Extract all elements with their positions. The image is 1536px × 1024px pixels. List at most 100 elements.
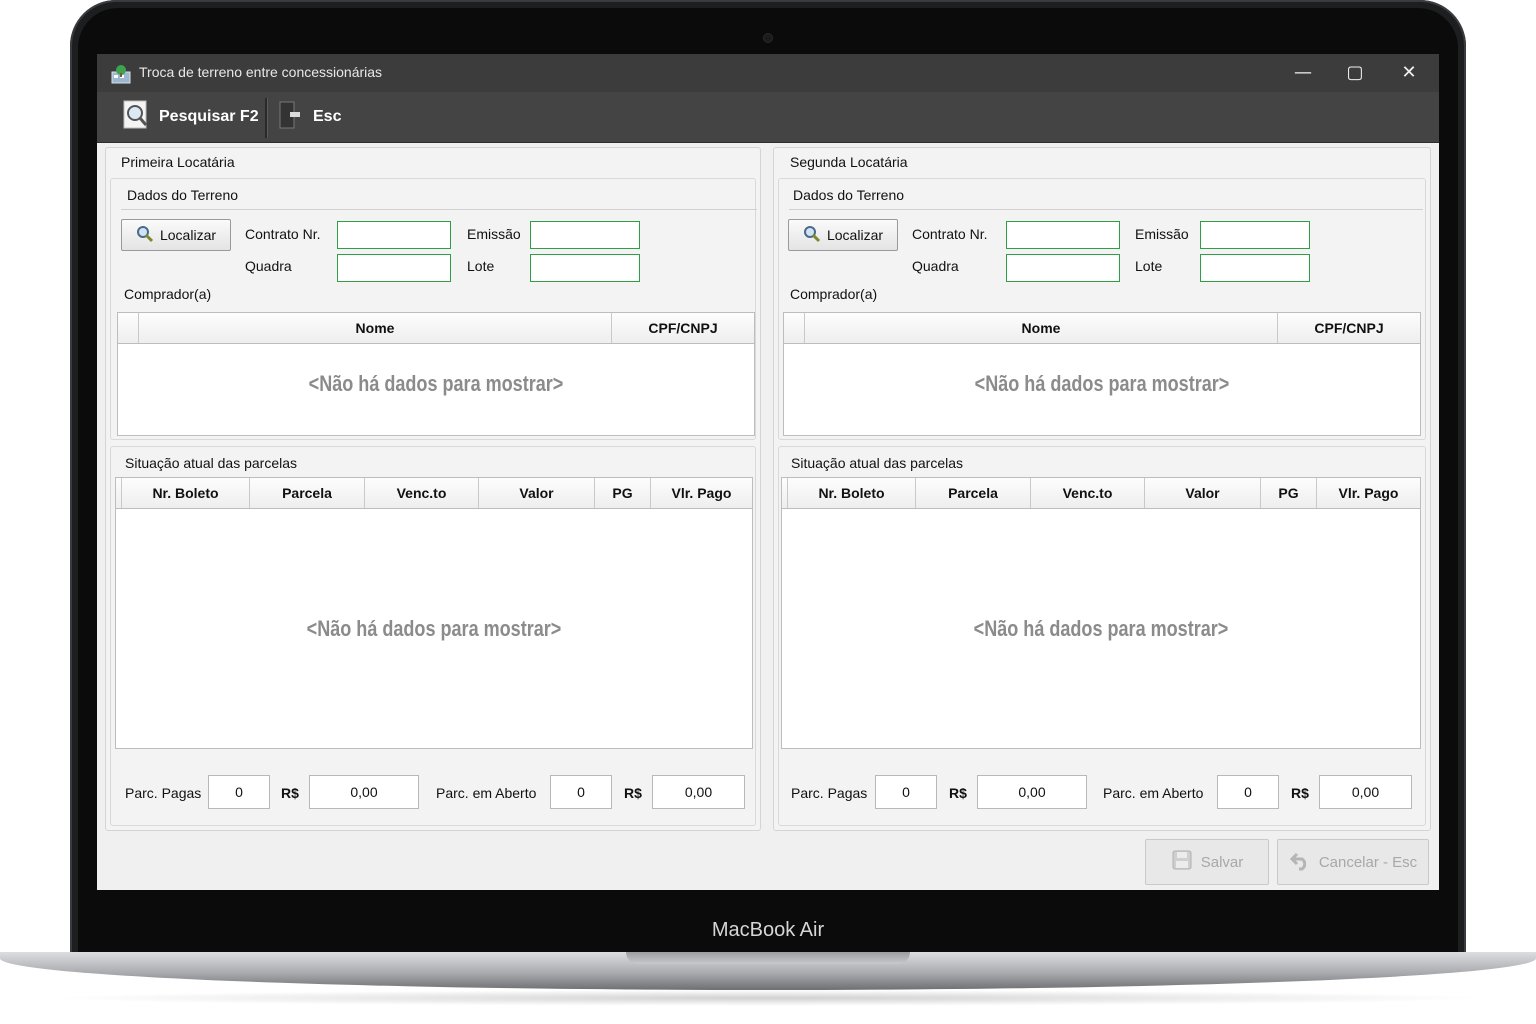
localizar-label: Localizar [159,227,217,243]
exit-door-icon [277,100,305,135]
title-bar: Troca de terreno entre concessionárias —… [97,54,1439,92]
panel-title: Primeira Locatária [121,154,235,170]
quadra-field[interactable] [1006,254,1120,282]
col-parcela[interactable]: Parcela [250,478,365,508]
currency-label: R$ [1291,785,1309,801]
search-button-label: Pesquisar F2 [159,108,259,125]
localizar-button[interactable]: Localizar [788,219,898,251]
parc-pagas-label: Parc. Pagas [125,785,202,801]
floppy-disk-icon [1171,849,1193,875]
esc-button-label: Esc [313,108,342,125]
cancel-button[interactable]: Cancelar - Esc [1277,839,1429,885]
contrato-field[interactable] [337,221,451,249]
comprador-label: Comprador(a) [790,286,878,302]
parc-pagas-label: Parc. Pagas [791,785,868,801]
quadra-field[interactable] [337,254,451,282]
quadra-label: Quadra [912,258,959,274]
empty-message: <Não há dados para mostrar> [308,371,564,396]
emissao-label: Emissão [467,226,521,242]
toolbar: Pesquisar F2 Esc [97,92,1439,143]
app-window: Troca de terreno entre concessionárias —… [97,54,1439,890]
parcelas-group: Situação atual das parcelas Nr. Boleto P… [110,446,756,826]
dados-terreno-title: Dados do Terreno [793,187,905,203]
camera-icon [763,33,773,43]
localizar-button[interactable]: Localizar [121,219,231,251]
parc-pagas-count[interactable]: 0 [208,775,270,809]
laptop-notch [626,952,910,964]
parc-pagas-value[interactable]: 0,00 [977,775,1087,809]
col-parcela[interactable]: Parcela [916,478,1031,508]
parcelas-grid[interactable]: Nr. Boleto Parcela Venc.to Valor PG Vlr.… [781,477,1421,749]
comprador-grid[interactable]: Nome CPF/CNPJ <Não há dados para mostrar… [783,312,1421,436]
parcelas-title: Situação atual das parcelas [125,455,297,471]
col-vencto[interactable]: Venc.to [365,478,479,508]
save-button[interactable]: Salvar [1145,839,1269,885]
empty-message: <Não há dados para mostrar> [973,616,1229,641]
panel-segunda-locataria: Segunda Locatária Dados do Terreno Local… [773,147,1431,831]
laptop-shadow [40,990,1496,1006]
col-nr-boleto[interactable]: Nr. Boleto [122,478,250,508]
cancel-label: Cancelar - Esc [1318,853,1418,871]
dados-terreno-group: Dados do Terreno Localizar Contrato Nr. … [778,178,1426,440]
magnifier-icon [121,100,151,135]
currency-label: R$ [624,785,642,801]
magnifier-icon [803,225,821,246]
col-pg[interactable]: PG [595,478,651,508]
panel-primeira-locataria: Primeira Locatária Dados do Terreno Loca… [105,147,761,831]
parc-aberto-label: Parc. em Aberto [436,785,537,801]
contrato-label: Contrato Nr. [245,226,321,242]
parcelas-title: Situação atual das parcelas [791,455,963,471]
contrato-field[interactable] [1006,221,1120,249]
panel-title: Segunda Locatária [790,154,908,170]
parc-pagas-value[interactable]: 0,00 [309,775,419,809]
parcelas-group: Situação atual das parcelas Nr. Boleto P… [778,446,1426,826]
close-button[interactable]: ✕ [1383,54,1435,92]
dados-terreno-title: Dados do Terreno [127,187,239,203]
quadra-label: Quadra [245,258,292,274]
undo-arrow-icon [1289,849,1311,875]
col-cpf-cnpj[interactable]: CPF/CNPJ [1278,313,1420,343]
app-icon [111,64,131,84]
empty-message: <Não há dados para mostrar> [974,371,1230,396]
parc-pagas-count[interactable]: 0 [875,775,937,809]
save-label: Salvar [1200,853,1244,871]
esc-button[interactable]: Esc [277,98,341,136]
divider [789,209,1423,210]
lote-field[interactable] [1200,254,1310,282]
emissao-field[interactable] [530,221,640,249]
maximize-button[interactable]: ▢ [1329,54,1381,92]
col-valor[interactable]: Valor [479,478,595,508]
col-nr-boleto[interactable]: Nr. Boleto [788,478,916,508]
col-vlr-pago[interactable]: Vlr. Pago [651,478,752,508]
empty-message: <Não há dados para mostrar> [306,616,562,641]
device-label: MacBook Air [711,919,825,941]
toolbar-separator [265,98,268,138]
col-vencto[interactable]: Venc.to [1031,478,1145,508]
parc-aberto-value[interactable]: 0,00 [652,775,745,809]
comprador-grid[interactable]: Nome CPF/CNPJ <Não há dados para mostrar… [117,312,755,436]
parcelas-grid[interactable]: Nr. Boleto Parcela Venc.to Valor PG Vlr.… [115,477,753,749]
comprador-label: Comprador(a) [124,286,212,302]
col-pg[interactable]: PG [1261,478,1317,508]
contrato-label: Contrato Nr. [912,226,988,242]
col-cpf-cnpj[interactable]: CPF/CNPJ [612,313,754,343]
col-nome[interactable]: Nome [805,313,1278,343]
minimize-button[interactable]: — [1277,54,1329,92]
col-vlr-pago[interactable]: Vlr. Pago [1317,478,1420,508]
emissao-field[interactable] [1200,221,1310,249]
magnifier-icon [136,225,154,246]
currency-label: R$ [281,785,299,801]
emissao-label: Emissão [1135,226,1189,242]
search-button[interactable]: Pesquisar F2 [121,98,259,136]
row-indicator-col [118,313,139,343]
grid-header: Nr. Boleto Parcela Venc.to Valor PG Vlr.… [782,478,1420,509]
parc-aberto-count[interactable]: 0 [1217,775,1279,809]
parc-aberto-value[interactable]: 0,00 [1319,775,1412,809]
row-indicator-col [784,313,805,343]
parc-aberto-count[interactable]: 0 [550,775,612,809]
col-valor[interactable]: Valor [1145,478,1261,508]
col-nome[interactable]: Nome [139,313,612,343]
lote-field[interactable] [530,254,640,282]
grid-header: Nome CPF/CNPJ [784,313,1420,344]
grid-header: Nr. Boleto Parcela Venc.to Valor PG Vlr.… [116,478,752,509]
